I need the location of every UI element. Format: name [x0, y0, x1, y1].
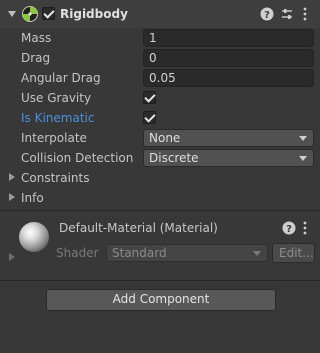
- divider: [0, 280, 320, 281]
- material-foldout-arrow-icon[interactable]: [9, 253, 15, 261]
- add-component-button[interactable]: Add Component: [46, 289, 276, 311]
- svg-text:?: ?: [264, 10, 270, 21]
- shader-value: Standard: [112, 246, 167, 260]
- is-kinematic-checkbox[interactable]: [143, 111, 156, 124]
- constraints-foldout[interactable]: Constraints: [21, 171, 89, 185]
- drag-label: Drag: [21, 51, 51, 65]
- shader-label: Shader: [56, 246, 99, 260]
- help-icon[interactable]: ?: [282, 221, 296, 235]
- interpolate-value: None: [149, 131, 181, 145]
- use-gravity-checkbox[interactable]: [143, 91, 156, 104]
- more-options-icon[interactable]: [302, 6, 308, 22]
- interpolate-label: Interpolate: [21, 131, 87, 145]
- material-name: Default-Material (Material): [59, 221, 218, 235]
- chevron-down-icon: [299, 156, 307, 161]
- svg-text:?: ?: [286, 224, 292, 235]
- drag-field[interactable]: 0: [143, 49, 314, 67]
- chevron-down-icon: [299, 136, 307, 141]
- collision-detection-value: Discrete: [149, 151, 199, 165]
- help-icon[interactable]: ?: [260, 7, 274, 21]
- material-sphere-icon: [19, 222, 49, 252]
- more-options-icon[interactable]: [302, 220, 308, 236]
- component-enabled-checkbox[interactable]: [42, 7, 55, 20]
- info-foldout[interactable]: Info: [21, 191, 44, 205]
- shader-edit-button[interactable]: Edit...: [272, 243, 315, 263]
- constraints-foldout-arrow-icon[interactable]: [9, 173, 15, 181]
- collapse-arrow-icon[interactable]: [8, 11, 16, 17]
- use-gravity-label: Use Gravity: [21, 91, 92, 105]
- collision-detection-dropdown[interactable]: Discrete: [143, 149, 314, 167]
- info-foldout-arrow-icon[interactable]: [9, 193, 15, 201]
- mass-field[interactable]: 1: [143, 29, 314, 47]
- component-title: Rigidbody: [60, 7, 128, 21]
- rigidbody-icon: [22, 6, 38, 22]
- collision-detection-label: Collision Detection: [21, 151, 134, 165]
- interpolate-dropdown[interactable]: None: [143, 129, 314, 147]
- chevron-down-icon: [253, 251, 261, 256]
- angular-drag-field[interactable]: 0.05: [143, 69, 314, 87]
- is-kinematic-label: Is Kinematic: [21, 111, 95, 125]
- shader-dropdown[interactable]: Standard: [106, 244, 268, 262]
- presets-icon[interactable]: [280, 7, 294, 21]
- angular-drag-label: Angular Drag: [21, 71, 101, 85]
- mass-label: Mass: [21, 31, 52, 45]
- divider: [0, 210, 320, 211]
